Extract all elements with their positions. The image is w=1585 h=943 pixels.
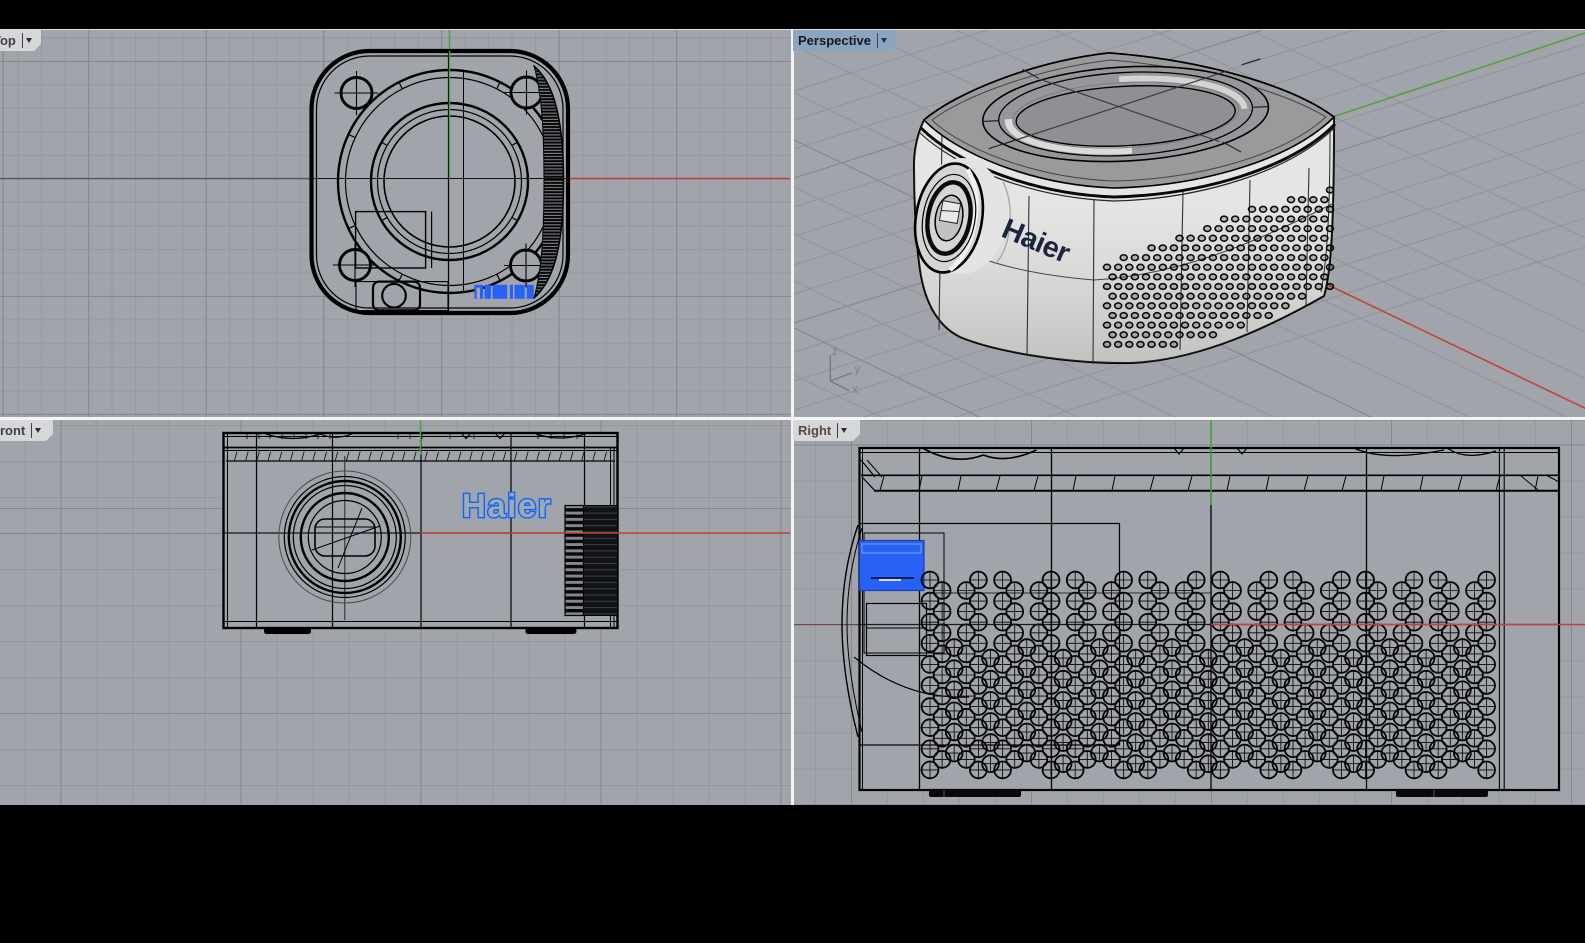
svg-text:Haier: Haier bbox=[462, 487, 552, 524]
svg-text:z: z bbox=[832, 344, 838, 358]
svg-text:x: x bbox=[852, 382, 858, 396]
svg-text:y: y bbox=[854, 362, 860, 376]
